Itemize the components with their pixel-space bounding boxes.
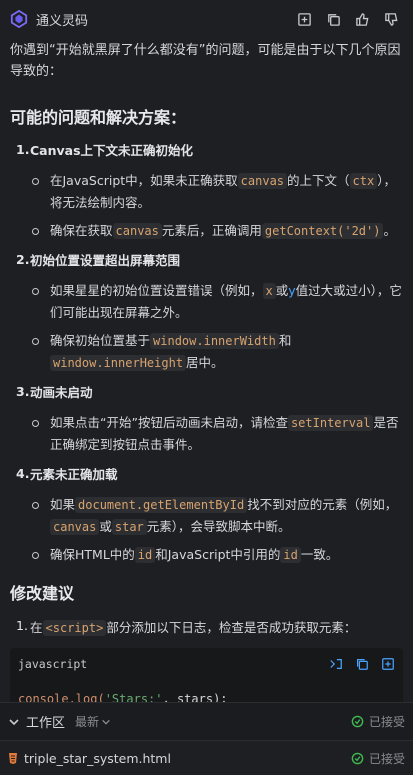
workspace-title: 工作区 (26, 716, 66, 731)
chevron-down-icon[interactable] (101, 717, 111, 727)
accepted-status: 已接受 (351, 750, 405, 767)
inline-code: star (111, 519, 147, 535)
inline-code: setInterval (287, 415, 374, 431)
inline-code: canvas (237, 173, 288, 189)
list-item: 1. Canvas上下文未正确初始化 在JavaScript中，如果未正确获取 c… (10, 142, 403, 242)
inline-code: canvas (112, 223, 162, 239)
section-title-suggestions: 修改建议 (10, 584, 75, 603)
list-item: 1. 在 <script> 部分添加以下日志，检查是否成功获取元素： (16, 618, 357, 636)
check-circle-icon (351, 715, 364, 728)
html-file-icon (9, 752, 17, 764)
list-bullet: 如果星星的初始位置设置错误（例如， x 或y值过大或过小），它们可能出现在屏幕之外。 (30, 280, 403, 324)
list-bullet: 如果点击“开始”按钮后动画未启动，请检查 setInterval 是否正确绑定到按钮… (30, 412, 403, 456)
inline-code: id (280, 547, 301, 563)
inline-code: document.getElementById (75, 497, 248, 513)
inline-code: canvas (50, 519, 100, 535)
list-item: 3. 动画未启动 如果点击“开始”按钮后动画未启动，请检查 setInterval… (10, 384, 403, 456)
chat-header: 通义灵码 (0, 0, 413, 38)
list-bullet: 在JavaScript中，如果未正确获取 canvas 的上下文（ ctx ），将无法绘… (30, 170, 403, 214)
thumbs-down-icon[interactable] (384, 12, 399, 27)
insert-icon[interactable] (297, 12, 312, 27)
copy-code-icon[interactable] (355, 657, 369, 671)
chevron-down-icon[interactable] (8, 716, 20, 728)
inline-code: getContext('2d') (261, 223, 384, 239)
list-heading: 初始位置设置超出屏幕范围 (30, 253, 181, 268)
list-heading: Canvas上下文未正确初始化 (30, 143, 194, 158)
accepted-status: 已接受 (351, 713, 405, 730)
inline-code: id (134, 547, 156, 563)
inline-code: ctx (349, 173, 378, 189)
workspace-bar[interactable]: 工作区 最新 已接受 (0, 702, 413, 740)
chat-response: 你遇到“开始就黑屏了什么都没有”的问题，可能是由于以下几个原因导致的： 可能的问… (0, 38, 413, 702)
code-language: javascript (18, 657, 88, 671)
file-name[interactable]: triple_star_system.html (24, 751, 171, 766)
thumbs-up-icon[interactable] (355, 12, 370, 27)
new-file-icon[interactable] (381, 657, 395, 671)
assistant-name: 通义灵码 (36, 13, 89, 29)
code-line: console.log('Stars:', stars); (18, 692, 228, 702)
list-bullet: 确保HTML中的 id 和JavaScript中引用的 id 一致。 (30, 544, 403, 566)
list-bullet: 确保初始位置基于 window.innerWidth 和window.innerHe… (30, 330, 403, 374)
inline-code: x (262, 283, 276, 299)
section-title-problems: 可能的问题和解决方案： (10, 108, 187, 127)
list-item: 4. 元素未正确加载 如果 document.getElementById 找不到对… (10, 466, 403, 566)
copy-icon[interactable] (326, 12, 341, 27)
file-row[interactable]: triple_star_system.html 已接受 (0, 740, 413, 775)
intro-text: 你遇到“开始就黑屏了什么都没有”的问题，可能是由于以下几个原因导致的： (10, 43, 401, 79)
list-item: 2. 初始位置设置超出屏幕范围 如果星星的初始位置设置错误（例如， x 或y值过大或… (10, 252, 403, 374)
list-heading: 元素未正确加载 (30, 467, 118, 482)
list-bullet: 确保在获取 canvas 元素后，正确调用 getContext('2d')。 (30, 220, 403, 242)
highlighted-var: y (288, 283, 296, 298)
check-circle-icon (351, 752, 364, 764)
insert-code-icon[interactable] (329, 657, 343, 671)
tongyi-logo-icon (10, 10, 28, 28)
inline-code: window.innerHeight (50, 355, 187, 371)
list-bullet: 如果 document.getElementById 找不到对应的元素（例如，can… (30, 494, 403, 538)
latest-dropdown[interactable]: 最新 (75, 713, 99, 730)
list-heading: 动画未启动 (30, 385, 93, 400)
code-block: javascript console.log('Stars:', stars); (10, 648, 403, 702)
inline-code: <script> (42, 620, 107, 636)
inline-code: window.innerWidth (150, 333, 279, 349)
